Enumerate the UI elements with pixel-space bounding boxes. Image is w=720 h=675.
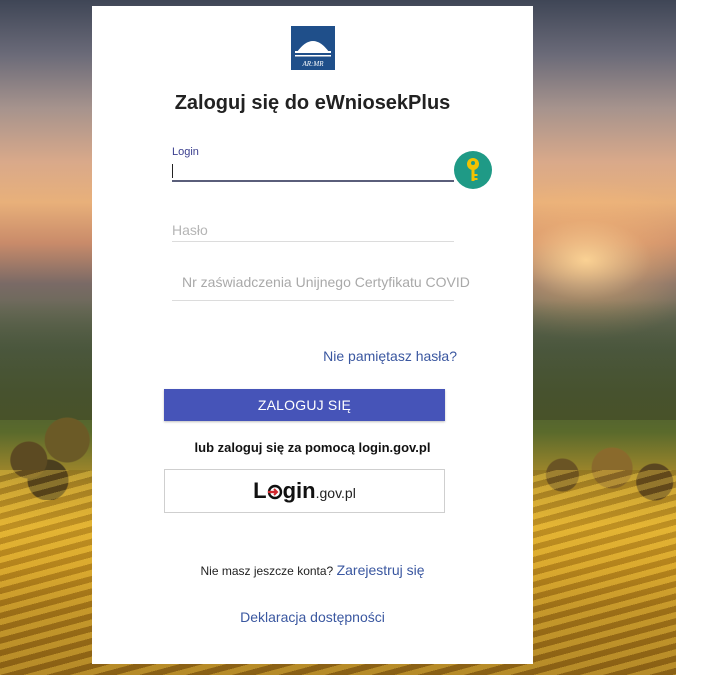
alt-login-text: lub zaloguj się za pomocą login.gov.pl xyxy=(194,440,431,455)
login-button[interactable]: ZALOGUJ SIĘ xyxy=(164,389,445,421)
page-title: Zaloguj się do eWniosekPlus xyxy=(174,92,451,114)
key-button[interactable] xyxy=(454,151,492,189)
login-gov-logo: L gin .gov.pl xyxy=(253,478,356,504)
covid-certificate-field[interactable]: Nr zaświadczenia Unijnego Certyfikatu CO… xyxy=(172,268,470,302)
login-gov-suffix: .gov.pl xyxy=(315,485,356,501)
login-field[interactable]: Login xyxy=(172,146,454,186)
accessibility-link[interactable]: Deklaracja dostępności xyxy=(92,609,533,625)
covid-placeholder: Nr zaświadczenia Unijnego Certyfikatu CO… xyxy=(182,274,470,290)
password-placeholder: Hasło xyxy=(172,222,208,238)
login-gov-letters: gin xyxy=(282,478,316,503)
login-label: Login xyxy=(172,146,199,158)
login-card: AR:MR Zaloguj się do eWniosekPlus Login … xyxy=(92,6,533,664)
arrow-icon xyxy=(267,478,283,504)
login-gov-button[interactable]: L gin .gov.pl xyxy=(164,469,445,513)
login-gov-letter-l: L xyxy=(253,478,267,503)
text-caret xyxy=(172,164,173,178)
login-underline xyxy=(172,180,454,182)
key-icon xyxy=(467,158,479,181)
covid-underline xyxy=(172,300,454,301)
forgot-password-link[interactable]: Nie pamiętasz hasła? xyxy=(323,348,457,364)
armr-logo: AR:MR xyxy=(291,26,335,70)
password-field[interactable]: Hasło xyxy=(172,218,454,244)
logo-text: AR:MR xyxy=(302,60,325,68)
no-account-text: Nie masz jeszcze konta? xyxy=(200,564,334,578)
password-underline xyxy=(172,241,454,242)
register-link[interactable]: Zarejestruj się xyxy=(337,562,425,578)
register-row: Nie masz jeszcze konta? Zarejestruj się xyxy=(92,562,533,578)
